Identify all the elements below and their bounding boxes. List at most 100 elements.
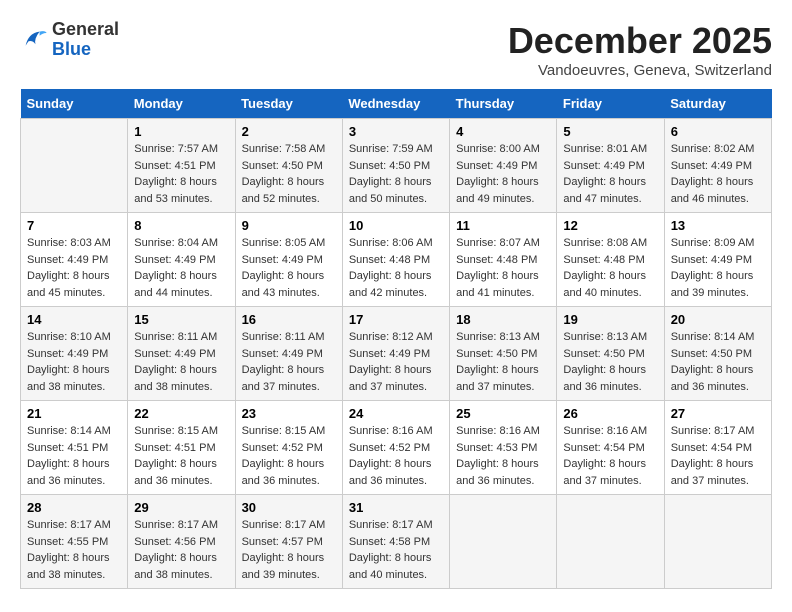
day-number: 12: [563, 218, 657, 233]
day-number: 23: [242, 406, 336, 421]
day-info: Sunrise: 7:59 AMSunset: 4:50 PMDaylight:…: [349, 141, 443, 207]
location-text: Vandoeuvres, Geneva, Switzerland: [508, 62, 772, 79]
calendar-week-5: 28Sunrise: 8:17 AMSunset: 4:55 PMDayligh…: [21, 495, 772, 589]
calendar-cell: 3 Sunrise: 7:59 AMSunset: 4:50 PMDaylight…: [342, 119, 449, 213]
day-info: Sunrise: 8:07 AMSunset: 4:48 PMDaylight:…: [456, 235, 550, 301]
day-info: Sunrise: 8:12 AMSunset: 4:49 PMDaylight:…: [349, 329, 443, 395]
day-number: 19: [563, 312, 657, 327]
day-info: Sunrise: 8:17 AMSunset: 4:56 PMDaylight:…: [134, 517, 228, 583]
day-number: 28: [27, 500, 121, 515]
day-info: Sunrise: 8:16 AMSunset: 4:54 PMDaylight:…: [563, 423, 657, 489]
calendar-cell: 30Sunrise: 8:17 AMSunset: 4:57 PMDayligh…: [235, 495, 342, 589]
calendar-week-2: 7Sunrise: 8:03 AMSunset: 4:49 PMDaylight…: [21, 213, 772, 307]
day-info: Sunrise: 8:02 AMSunset: 4:49 PMDaylight:…: [671, 141, 765, 207]
calendar-week-1: 1 Sunrise: 7:57 AMSunset: 4:51 PMDaylight…: [21, 119, 772, 213]
calendar-cell: 19 Sunrise: 8:13 AMSunset: 4:50 PMDayligh…: [557, 307, 664, 401]
day-number: 20: [671, 312, 765, 327]
day-header-monday: Monday: [128, 89, 235, 119]
day-number: 29: [134, 500, 228, 515]
calendar-cell: 26 Sunrise: 8:16 AMSunset: 4:54 PMDayligh…: [557, 401, 664, 495]
logo-text: General Blue: [52, 20, 119, 60]
day-info: Sunrise: 8:00 AMSunset: 4:49 PMDaylight:…: [456, 141, 550, 207]
day-header-sunday: Sunday: [21, 89, 128, 119]
calendar-week-4: 21 Sunrise: 8:14 AMSunset: 4:51 PMDayligh…: [21, 401, 772, 495]
calendar-cell: 8 Sunrise: 8:04 AMSunset: 4:49 PMDaylight…: [128, 213, 235, 307]
day-info: Sunrise: 8:14 AMSunset: 4:50 PMDaylight:…: [671, 329, 765, 395]
day-info: Sunrise: 7:57 AMSunset: 4:51 PMDaylight:…: [134, 141, 228, 207]
calendar-cell: 21 Sunrise: 8:14 AMSunset: 4:51 PMDayligh…: [21, 401, 128, 495]
day-header-friday: Friday: [557, 89, 664, 119]
day-header-saturday: Saturday: [664, 89, 771, 119]
calendar-cell: 29 Sunrise: 8:17 AMSunset: 4:56 PMDayligh…: [128, 495, 235, 589]
day-number: 7: [27, 218, 121, 233]
day-number: 18: [456, 312, 550, 327]
day-info: Sunrise: 8:09 AMSunset: 4:49 PMDaylight:…: [671, 235, 765, 301]
calendar-cell: 13 Sunrise: 8:09 AMSunset: 4:49 PMDayligh…: [664, 213, 771, 307]
calendar-cell: 24 Sunrise: 8:16 AMSunset: 4:52 PMDayligh…: [342, 401, 449, 495]
title-block: December 2025 Vandoeuvres, Geneva, Switz…: [508, 20, 772, 79]
calendar-cell: 10Sunrise: 8:06 AMSunset: 4:48 PMDayligh…: [342, 213, 449, 307]
day-info: Sunrise: 8:01 AMSunset: 4:49 PMDaylight:…: [563, 141, 657, 207]
day-number: 1: [134, 124, 228, 139]
calendar-cell: 15 Sunrise: 8:11 AMSunset: 4:49 PMDayligh…: [128, 307, 235, 401]
calendar-header-row: SundayMondayTuesdayWednesdayThursdayFrid…: [21, 89, 772, 119]
calendar-cell: 2 Sunrise: 7:58 AMSunset: 4:50 PMDaylight…: [235, 119, 342, 213]
day-info: Sunrise: 8:17 AMSunset: 4:58 PMDaylight:…: [349, 517, 443, 583]
day-number: 24: [349, 406, 443, 421]
calendar-cell: 25 Sunrise: 8:16 AMSunset: 4:53 PMDayligh…: [450, 401, 557, 495]
day-number: 25: [456, 406, 550, 421]
day-header-wednesday: Wednesday: [342, 89, 449, 119]
day-number: 22: [134, 406, 228, 421]
calendar-cell: 20 Sunrise: 8:14 AMSunset: 4:50 PMDayligh…: [664, 307, 771, 401]
calendar-cell: 31 Sunrise: 8:17 AMSunset: 4:58 PMDayligh…: [342, 495, 449, 589]
day-info: Sunrise: 7:58 AMSunset: 4:50 PMDaylight:…: [242, 141, 336, 207]
calendar-cell: 27Sunrise: 8:17 AMSunset: 4:54 PMDayligh…: [664, 401, 771, 495]
day-info: Sunrise: 8:11 AMSunset: 4:49 PMDaylight:…: [134, 329, 228, 395]
day-info: Sunrise: 8:13 AMSunset: 4:50 PMDaylight:…: [563, 329, 657, 395]
day-info: Sunrise: 8:11 AMSunset: 4:49 PMDaylight:…: [242, 329, 336, 395]
day-number: 2: [242, 124, 336, 139]
calendar-cell: 18 Sunrise: 8:13 AMSunset: 4:50 PMDayligh…: [450, 307, 557, 401]
day-info: Sunrise: 8:16 AMSunset: 4:53 PMDaylight:…: [456, 423, 550, 489]
calendar-cell: 28Sunrise: 8:17 AMSunset: 4:55 PMDayligh…: [21, 495, 128, 589]
calendar-cell: 5 Sunrise: 8:01 AMSunset: 4:49 PMDaylight…: [557, 119, 664, 213]
day-info: Sunrise: 8:10 AMSunset: 4:49 PMDaylight:…: [27, 329, 121, 395]
calendar-table: SundayMondayTuesdayWednesdayThursdayFrid…: [20, 89, 772, 589]
day-info: Sunrise: 8:17 AMSunset: 4:54 PMDaylight:…: [671, 423, 765, 489]
calendar-cell: 14 Sunrise: 8:10 AMSunset: 4:49 PMDayligh…: [21, 307, 128, 401]
calendar-cell: 1 Sunrise: 7:57 AMSunset: 4:51 PMDaylight…: [128, 119, 235, 213]
day-header-thursday: Thursday: [450, 89, 557, 119]
day-number: 11: [456, 218, 550, 233]
calendar-cell: 6Sunrise: 8:02 AMSunset: 4:49 PMDaylight…: [664, 119, 771, 213]
logo: General Blue: [20, 20, 119, 60]
day-number: 15: [134, 312, 228, 327]
day-number: 3: [349, 124, 443, 139]
calendar-cell: 4Sunrise: 8:00 AMSunset: 4:49 PMDaylight…: [450, 119, 557, 213]
calendar-cell: 7Sunrise: 8:03 AMSunset: 4:49 PMDaylight…: [21, 213, 128, 307]
calendar-week-3: 14 Sunrise: 8:10 AMSunset: 4:49 PMDayligh…: [21, 307, 772, 401]
day-number: 21: [27, 406, 121, 421]
day-number: 17: [349, 312, 443, 327]
day-number: 14: [27, 312, 121, 327]
day-number: 10: [349, 218, 443, 233]
calendar-cell: [21, 119, 128, 213]
day-info: Sunrise: 8:15 AMSunset: 4:52 PMDaylight:…: [242, 423, 336, 489]
day-number: 13: [671, 218, 765, 233]
page-header: General Blue December 2025 Vandoeuvres, …: [20, 20, 772, 79]
day-number: 9: [242, 218, 336, 233]
day-info: Sunrise: 8:16 AMSunset: 4:52 PMDaylight:…: [349, 423, 443, 489]
day-number: 30: [242, 500, 336, 515]
day-number: 26: [563, 406, 657, 421]
calendar-cell: 22 Sunrise: 8:15 AMSunset: 4:51 PMDayligh…: [128, 401, 235, 495]
day-info: Sunrise: 8:05 AMSunset: 4:49 PMDaylight:…: [242, 235, 336, 301]
day-number: 8: [134, 218, 228, 233]
day-number: 31: [349, 500, 443, 515]
calendar-cell: [450, 495, 557, 589]
month-title: December 2025: [508, 20, 772, 62]
day-info: Sunrise: 8:14 AMSunset: 4:51 PMDaylight:…: [27, 423, 121, 489]
day-info: Sunrise: 8:15 AMSunset: 4:51 PMDaylight:…: [134, 423, 228, 489]
day-info: Sunrise: 8:04 AMSunset: 4:49 PMDaylight:…: [134, 235, 228, 301]
day-info: Sunrise: 8:13 AMSunset: 4:50 PMDaylight:…: [456, 329, 550, 395]
calendar-cell: [664, 495, 771, 589]
day-number: 5: [563, 124, 657, 139]
